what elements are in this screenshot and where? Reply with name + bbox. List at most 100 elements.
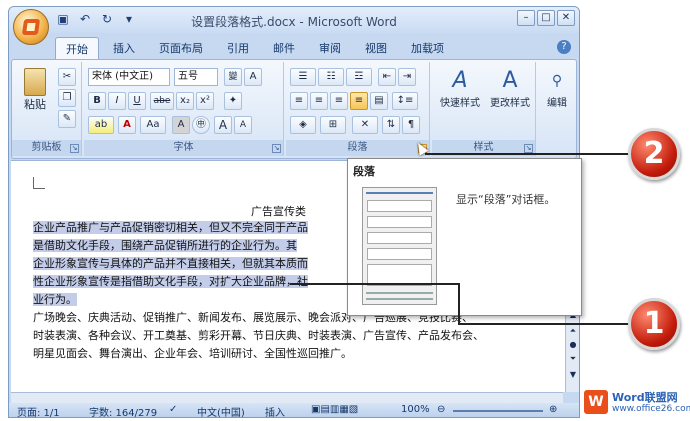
insert-mode-status[interactable]: 插入 (265, 404, 285, 417)
phonetic-guide-icon[interactable]: 變 (224, 68, 242, 86)
maximize-button[interactable]: □ (537, 10, 555, 26)
shading-icon[interactable]: ◈ (290, 116, 316, 134)
language-status[interactable]: 中文(中国) (197, 404, 245, 417)
office-logo-icon (21, 19, 41, 35)
document-title: 广告宣传类 (251, 205, 306, 218)
text-line: 是借助文化手段，围绕产品促销所进行的企业行为。其 (33, 239, 297, 252)
distributed-icon[interactable]: ▤ (370, 92, 388, 110)
font-label: 字体 (84, 140, 283, 156)
paste-button[interactable]: 粘贴 (18, 68, 52, 112)
align-center-icon[interactable]: ≡ (310, 92, 328, 110)
tab-review[interactable]: 审阅 (309, 37, 351, 59)
title-bar: ▣ ↶ ↻ ▾ 设置段落格式.docx - Microsoft Word – □… (9, 7, 579, 33)
browse-object-icon[interactable]: ● (568, 340, 578, 349)
binoculars-icon: ⚲ (551, 73, 563, 89)
strikethrough-button[interactable]: abe (150, 92, 174, 110)
word-count-status[interactable]: 字数: 164/279 (89, 404, 157, 417)
multilevel-list-icon[interactable]: ☲ (346, 68, 372, 86)
italic-button[interactable]: I (108, 92, 126, 110)
shrink-font-button[interactable]: A (234, 116, 252, 134)
normal-paragraph[interactable]: 广场晚会、庆典活动、促销推广、新闻发布、展览展示、晚会派对、广告巡展、竞技比赛、… (33, 309, 543, 363)
superscript-button[interactable]: x² (196, 92, 214, 110)
increase-indent-icon[interactable]: ⇥ (398, 68, 416, 86)
align-left-icon[interactable]: ≡ (290, 92, 308, 110)
sort-icon[interactable]: ⇅ (382, 116, 400, 134)
scroll-down-icon[interactable]: ▼ (568, 370, 578, 379)
decrease-indent-icon[interactable]: ⇤ (378, 68, 396, 86)
ribbon: 粘贴 ✂ ❐ ✎ 剪贴板 ↘ 宋体 (中文正) 五号 變 A B I U abe… (11, 59, 577, 159)
close-button[interactable]: ✕ (557, 10, 575, 26)
view-buttons-icon[interactable]: ▣▤▥▦▧ (311, 404, 358, 415)
tab-add-ins[interactable]: 加载项 (401, 37, 454, 59)
bold-button[interactable]: B (88, 92, 106, 110)
justify-icon[interactable]: ≡ (350, 92, 368, 110)
editing-button[interactable]: ⚲ 编辑 (540, 68, 574, 109)
quick-styles-button[interactable]: A 快速样式 (436, 68, 484, 109)
font-size-combo[interactable]: 五号 (174, 68, 218, 86)
clear-format-icon[interactable]: ✦ (224, 92, 242, 110)
char-shading-button[interactable]: A (172, 116, 190, 134)
window-title: 设置段落格式.docx - Microsoft Word (191, 15, 397, 29)
font-launcher-icon[interactable]: ↘ (272, 144, 281, 153)
page-status[interactable]: 页面: 1/1 (17, 404, 60, 417)
paragraph-tooltip: 段落 显示“段落”对话框。 (347, 158, 582, 316)
next-page-icon[interactable]: ⏷ (568, 354, 578, 364)
watermark: W Word联盟网 www.office26.com (584, 388, 690, 418)
styles-launcher-icon[interactable]: ↘ (524, 144, 533, 153)
font-color-icon[interactable]: A (118, 116, 136, 134)
zoom-in-icon[interactable]: ⊕ (549, 404, 557, 415)
line-spacing-icon[interactable]: ↕≡ (392, 92, 418, 110)
text-line: 明星见面会、舞台演出、企业年会、培训研讨、全国性巡回推广。 (33, 347, 352, 360)
watermark-logo: W (584, 390, 608, 414)
font-group: 宋体 (中文正) 五号 變 A B I U abe x₂ x² ✦ ab A A… (84, 62, 284, 156)
font-name-combo[interactable]: 宋体 (中文正) (88, 68, 170, 86)
text-line: 时装表演、各种会议、开工奠基、剪彩开幕、节日庆典、时装表演、广告宣传、产品发布会… (33, 329, 484, 342)
prev-page-icon[interactable]: ⏶ (568, 326, 578, 336)
format-painter-icon[interactable]: ✎ (58, 110, 76, 128)
underline-button[interactable]: U (128, 92, 146, 110)
subscript-button[interactable]: x₂ (176, 92, 194, 110)
change-case-button[interactable]: Aa (140, 116, 166, 134)
clipboard-group: 粘贴 ✂ ❐ ✎ 剪贴板 ↘ (12, 62, 82, 156)
show-marks-icon[interactable]: ¶ (402, 116, 420, 134)
zoom-slider[interactable] (453, 410, 543, 412)
char-border-button[interactable]: A (244, 68, 262, 86)
copy-icon[interactable]: ❐ (58, 89, 76, 107)
tab-view[interactable]: 视图 (355, 37, 397, 59)
status-bar: 页面: 1/1 字数: 164/279 ✓ 中文(中国) 插入 ▣▤▥▦▧ 10… (9, 403, 579, 417)
grow-font-button[interactable]: A (214, 116, 232, 134)
watermark-line1: Word联盟网 (612, 391, 678, 404)
callout-line-2 (425, 153, 630, 155)
change-styles-button[interactable]: A 更改样式 (486, 68, 534, 109)
numbering-icon[interactable]: ☷ (318, 68, 344, 86)
office-button[interactable] (13, 9, 49, 45)
tab-page-layout[interactable]: 页面布局 (149, 37, 213, 59)
callout-1: 1 (628, 298, 680, 350)
clipboard-launcher-icon[interactable]: ↘ (70, 144, 79, 153)
borders-icon[interactable]: ⊞ (320, 116, 346, 134)
enclose-char-icon[interactable]: ㊥ (192, 116, 210, 134)
text-line: 业行为。 (33, 293, 77, 306)
window-controls: – □ ✕ (517, 10, 575, 26)
tab-references[interactable]: 引用 (217, 37, 259, 59)
tab-mailings[interactable]: 邮件 (263, 37, 305, 59)
tab-home[interactable]: 开始 (55, 37, 99, 59)
paragraph-group: ☰ ☷ ☲ ⇤ ⇥ ≡ ≡ ≡ ≡ ▤ ↕≡ ◈ ⊞ ✕ ⇅ ¶ 段落 ↘ (286, 62, 430, 156)
minimize-button[interactable]: – (517, 10, 535, 26)
tab-insert[interactable]: 插入 (103, 37, 145, 59)
proofing-icon[interactable]: ✓ (169, 404, 177, 415)
highlight-icon[interactable]: ab (88, 116, 114, 134)
chinese-layout-icon[interactable]: ✕ (352, 116, 378, 134)
cut-icon[interactable]: ✂ (58, 68, 76, 86)
page-corner-mark (33, 177, 45, 189)
paragraph-dialog-thumbnail (362, 187, 437, 305)
text-line: 企业形象宣传与具体的产品并不直接相关，但就其本质而 (33, 257, 308, 270)
align-right-icon[interactable]: ≡ (330, 92, 348, 110)
paste-icon (24, 68, 46, 96)
zoom-level[interactable]: 100% (401, 404, 430, 415)
bullets-icon[interactable]: ☰ (290, 68, 316, 86)
callout-2: 2 (628, 128, 680, 180)
help-icon[interactable]: ? (557, 40, 571, 54)
zoom-out-icon[interactable]: ⊖ (437, 404, 445, 415)
callout-line-1a (290, 283, 460, 285)
